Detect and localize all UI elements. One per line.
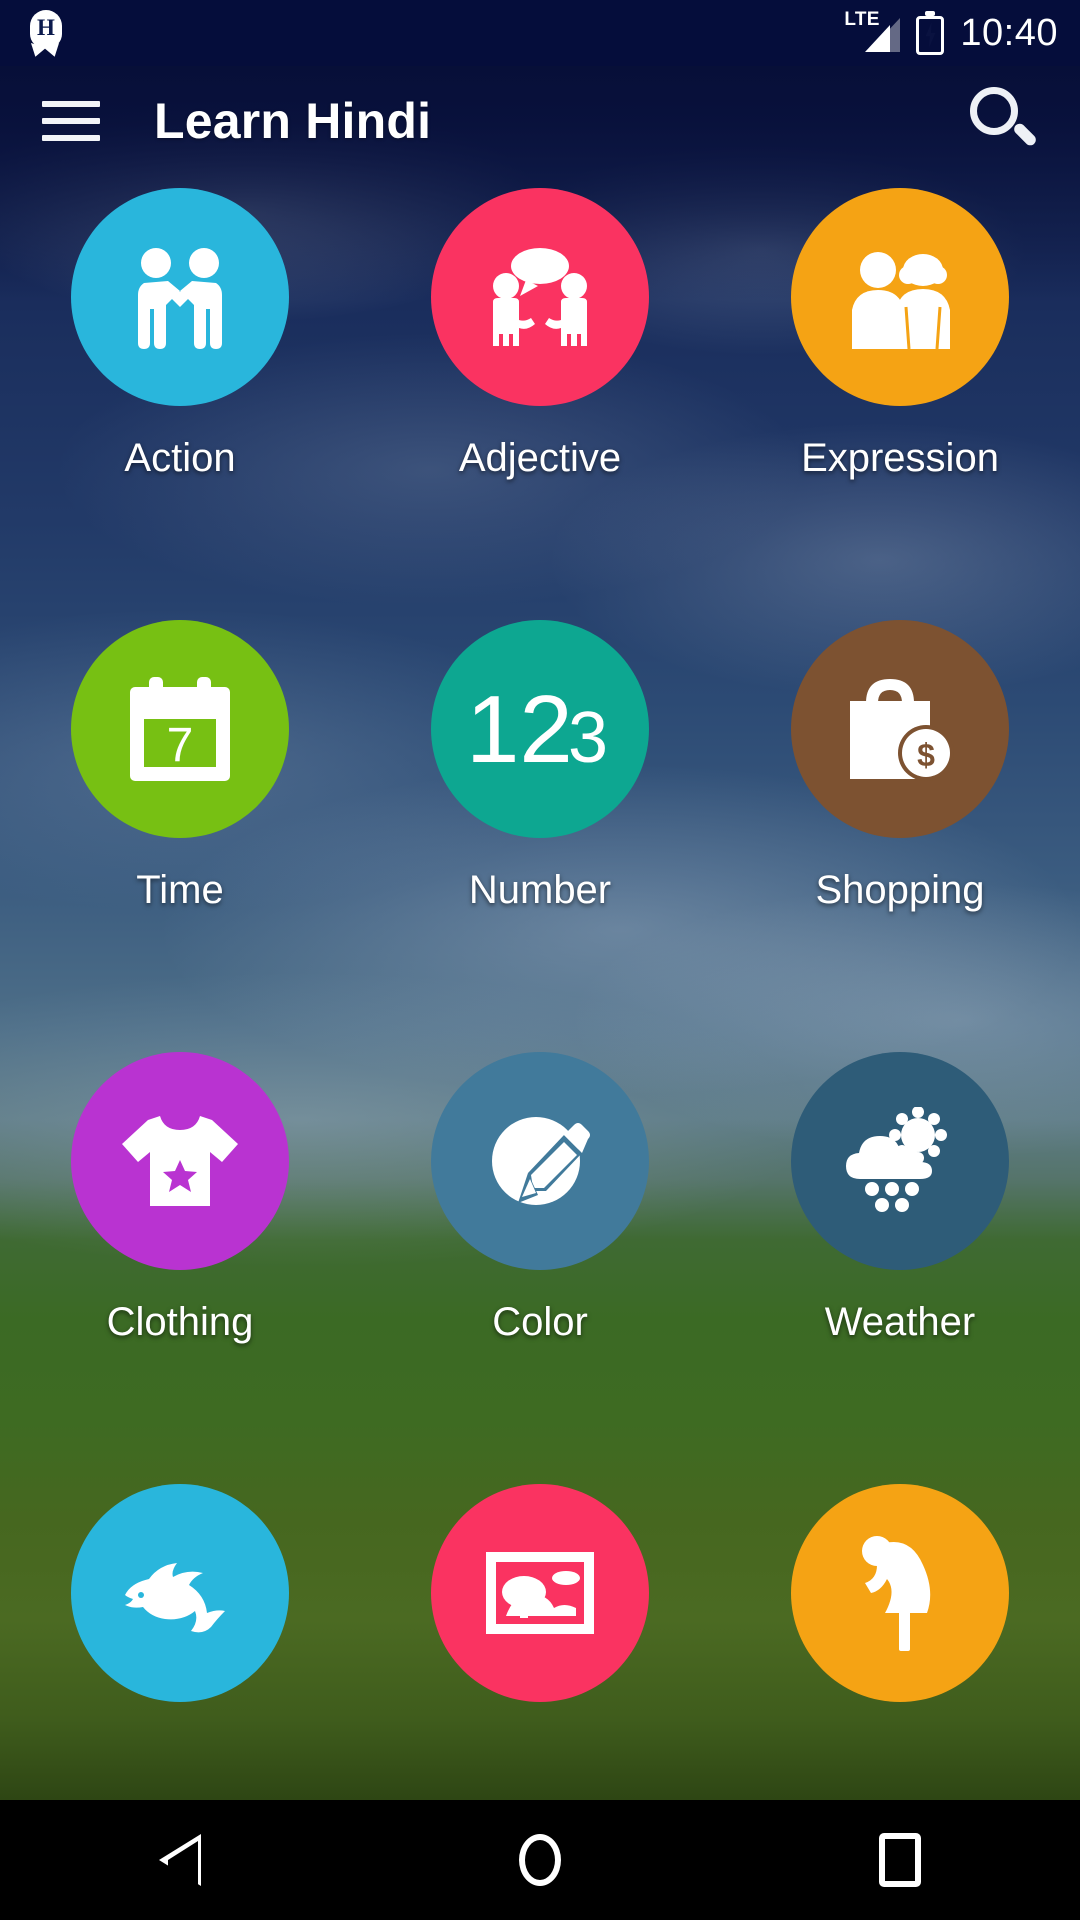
couple-man-woman-icon [852, 252, 950, 349]
category-bubble[interactable] [431, 188, 649, 406]
category-label: Number [468, 868, 612, 912]
category-bubble[interactable]: $ [791, 620, 1009, 838]
status-bar-left: H [26, 10, 66, 59]
hamburger-menu-icon[interactable] [42, 94, 104, 148]
category-bubble[interactable] [791, 1052, 1009, 1270]
category-tile-shopping[interactable]: $ Shopping [720, 620, 1080, 1052]
category-bubble[interactable]: 7 [71, 620, 289, 838]
recents-square-icon[interactable] [825, 1800, 975, 1920]
palette-pencil-icon [492, 1117, 590, 1205]
category-label: Expression [801, 436, 999, 480]
category-grid: Action Adjective Expression 7 Time 12 3 … [0, 176, 1080, 1800]
category-tile-weather[interactable]: Weather [720, 1052, 1080, 1484]
category-bubble[interactable] [71, 188, 289, 406]
notification-badge-letter: H [37, 15, 55, 40]
category-bubble[interactable]: 12 3 [431, 620, 649, 838]
status-bar-right: LTE 10:40 [844, 9, 1058, 56]
category-bubble[interactable] [71, 1052, 289, 1270]
category-label: Shopping [815, 868, 985, 912]
category-bubble[interactable] [791, 1484, 1009, 1702]
category-label: Weather [824, 1300, 976, 1344]
category-label: Color [492, 1300, 588, 1344]
category-label: Time [136, 868, 224, 912]
home-circle-icon[interactable] [465, 1800, 615, 1920]
dolphin-icon [125, 1563, 225, 1633]
android-navigation-bar [0, 1800, 1080, 1920]
status-bar-clock: 10:40 [960, 12, 1058, 54]
sun-cloud-snow-icon [846, 1107, 947, 1212]
category-tile-adjective[interactable]: Adjective [360, 188, 720, 620]
search-icon[interactable] [962, 79, 1046, 163]
category-bubble[interactable] [791, 188, 1009, 406]
battery-charging-icon [916, 11, 945, 55]
category-bubble[interactable] [431, 1052, 649, 1270]
tshirt-star-icon [122, 1116, 238, 1206]
category-tile-action[interactable]: Action [0, 188, 360, 620]
calendar-day-7-icon: 7 [130, 677, 230, 781]
category-label: Action [124, 436, 236, 480]
number-glyph-12: 12 [466, 676, 573, 783]
status-bar: H LTE 10:40 [0, 0, 1080, 66]
category-tile-time[interactable]: 7 Time [0, 620, 360, 1052]
dollar-sign: $ [917, 737, 935, 773]
page-title: Learn Hindi [154, 93, 432, 149]
phone-screen: H LTE 10:40 Learn Hindi Action Adjective… [0, 0, 1080, 1920]
category-label: Clothing [106, 1300, 254, 1344]
category-tile-color[interactable]: Color [360, 1052, 720, 1484]
signal-bars-icon: LTE [844, 9, 901, 56]
calendar-day-number: 7 [167, 719, 194, 772]
landscape-picture-icon [486, 1552, 594, 1634]
people-speech-bubble-icon [493, 248, 587, 346]
bending-person-icon [862, 1536, 931, 1651]
back-triangle-icon[interactable] [105, 1800, 255, 1920]
app-notification-badge-icon: H [26, 10, 66, 59]
handshake-people-icon [138, 248, 222, 349]
category-tile-clothing[interactable]: Clothing [0, 1052, 360, 1484]
number-glyph-3: 3 [568, 698, 608, 778]
category-tile-expression[interactable]: Expression [720, 188, 1080, 620]
shopping-bag-dollar-icon: $ [850, 679, 954, 781]
app-bar: Learn Hindi [0, 66, 1080, 176]
category-bubble[interactable] [71, 1484, 289, 1702]
category-bubble[interactable] [431, 1484, 649, 1702]
category-tile-number[interactable]: 12 3 Number [360, 620, 720, 1052]
category-label: Adjective [458, 436, 622, 480]
numbers-123-icon: 12 3 [466, 676, 608, 783]
